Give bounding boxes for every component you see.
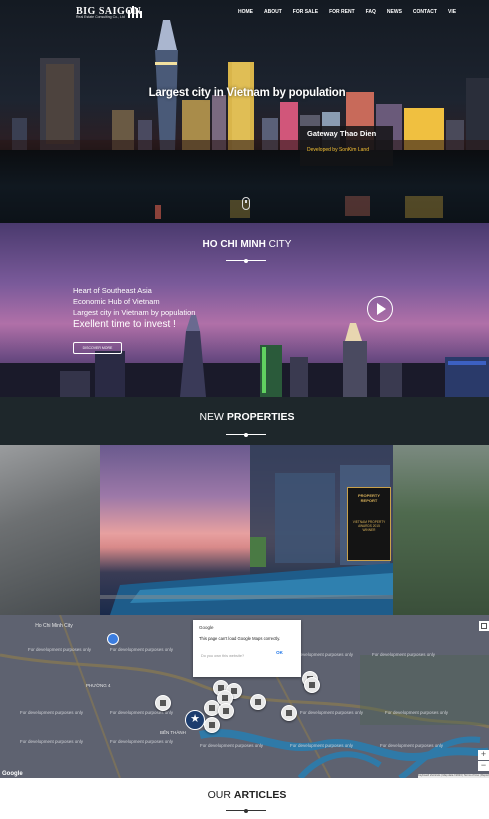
play-icon[interactable] <box>367 296 393 322</box>
maps-dialog-brand: Google <box>199 625 214 630</box>
map-property-marker[interactable] <box>250 694 266 710</box>
brand-tagline: Real Estate Consulting Co., Ltd <box>76 15 125 19</box>
skyline-logo-icon <box>128 6 142 18</box>
hcmc-description: Heart of Southeast Asia Economic Hub of … <box>73 285 195 332</box>
map-featured-star-marker[interactable]: ★ <box>185 710 205 730</box>
property-name[interactable]: Gateway Thao Dien <box>307 129 376 138</box>
map-property-marker[interactable] <box>304 677 320 693</box>
new-properties-divider <box>226 432 266 437</box>
award-badge-subtitle: VIETNAM PROPERTY AWARDS 2015 WINNER <box>352 520 386 532</box>
map-label-district: PHƯỜNG 4 <box>86 683 111 688</box>
maps-dialog-ok-button[interactable]: OK <box>273 650 286 658</box>
map-label-city: Ho Chi Minh City <box>35 623 73 629</box>
nav-item-for-sale[interactable]: FOR SALE <box>293 9 318 15</box>
maps-dialog-message: This page can't load Google Maps correct… <box>199 636 281 641</box>
properties-carousel[interactable] <box>0 445 489 615</box>
nav-item-language[interactable]: VIE <box>448 9 456 15</box>
hcmc-title-divider <box>226 258 266 263</box>
map-watermark-11: For development purposes only <box>110 739 174 744</box>
articles-header: OUR ARTICLES <box>0 778 489 819</box>
map-property-marker[interactable] <box>204 717 220 733</box>
property-slide-previous[interactable] <box>0 445 100 615</box>
discover-more-button[interactable]: DISCOVER MORE <box>73 342 122 354</box>
articles-title-bold: ARTICLES <box>233 789 287 801</box>
hero-skyline-illustration <box>0 20 489 219</box>
new-properties-title: NEW PROPERTIES <box>0 411 489 423</box>
nav-item-about[interactable]: ABOUT <box>264 9 282 15</box>
zoom-out-button[interactable]: − <box>478 761 489 771</box>
articles-title-light: OUR <box>207 789 234 801</box>
map-watermark-10: For development purposes only <box>20 739 84 744</box>
map-property-marker[interactable] <box>155 695 171 711</box>
fullscreen-icon[interactable] <box>479 621 489 631</box>
property-slide-next[interactable] <box>393 445 489 615</box>
map-label-ben-thanh: BẾN THÀNH <box>160 730 186 735</box>
hcmc-title-bold: HO CHI MINH <box>202 239 266 250</box>
new-properties-header: NEW PROPERTIES <box>0 397 489 445</box>
map-property-marker[interactable] <box>281 705 297 721</box>
map-watermark-8: For development purposes only <box>300 710 364 715</box>
map-property-marker[interactable] <box>218 703 234 719</box>
nav-item-home[interactable]: HOME <box>238 9 253 15</box>
new-properties-title-bold: PROPERTIES <box>226 411 295 423</box>
hcmc-highlight: Exellent time to invest ! <box>73 319 176 330</box>
hcmc-line-2: Economic Hub of Vietnam <box>73 297 160 306</box>
hcmc-title: HO CHI MINH CITY <box>0 239 489 250</box>
google-logo[interactable]: Google <box>2 771 23 777</box>
nav-item-faq[interactable]: FAQ <box>366 9 376 15</box>
hcmc-line-3: Largest city in Vietnam by population <box>73 308 196 317</box>
maps-dialog-question-link[interactable]: Do you own this website? <box>201 654 244 658</box>
nav-item-news[interactable]: NEWS <box>387 9 402 15</box>
articles-divider <box>226 808 266 813</box>
airport-icon <box>107 633 119 645</box>
nav-item-for-rent[interactable]: FOR RENT <box>329 9 355 15</box>
map-watermark-12: For development purposes only <box>200 743 264 748</box>
map-watermark-1: For development purposes only <box>28 647 92 652</box>
map-watermark-13: For development purposes only <box>290 743 354 748</box>
mouse-scroll-icon[interactable] <box>242 197 250 210</box>
main-navigation: HOME ABOUT FOR SALE FOR RENT FAQ NEWS CO… <box>238 9 467 15</box>
hcmc-section: HO CHI MINH CITY Heart of Southeast Asia… <box>0 223 489 397</box>
hcmc-line-1: Heart of Southeast Asia <box>73 286 152 295</box>
hero-headline: Largest city in Vietnam by population <box>148 87 346 99</box>
zoom-in-button[interactable]: + <box>478 750 489 760</box>
map-watermark-5: For development purposes only <box>372 652 436 657</box>
map-watermark-6: For development purposes only <box>20 710 84 715</box>
hcmc-title-light: CITY <box>265 239 292 250</box>
map-watermark-2: For development purposes only <box>110 647 174 652</box>
new-properties-title-light: NEW <box>199 411 227 423</box>
map-watermark-9: For development purposes only <box>385 710 449 715</box>
nav-item-contact[interactable]: CONTACT <box>413 9 437 15</box>
map-watermark-14: For development purposes only <box>380 743 444 748</box>
hero-section: BIG SAIGON Real Estate Consulting Co., L… <box>0 0 489 223</box>
articles-title: OUR ARTICLES <box>0 789 489 801</box>
award-badge-title: PROPERTY REPORT <box>357 493 380 503</box>
property-developer: Developed by SonKim Land <box>307 147 369 153</box>
